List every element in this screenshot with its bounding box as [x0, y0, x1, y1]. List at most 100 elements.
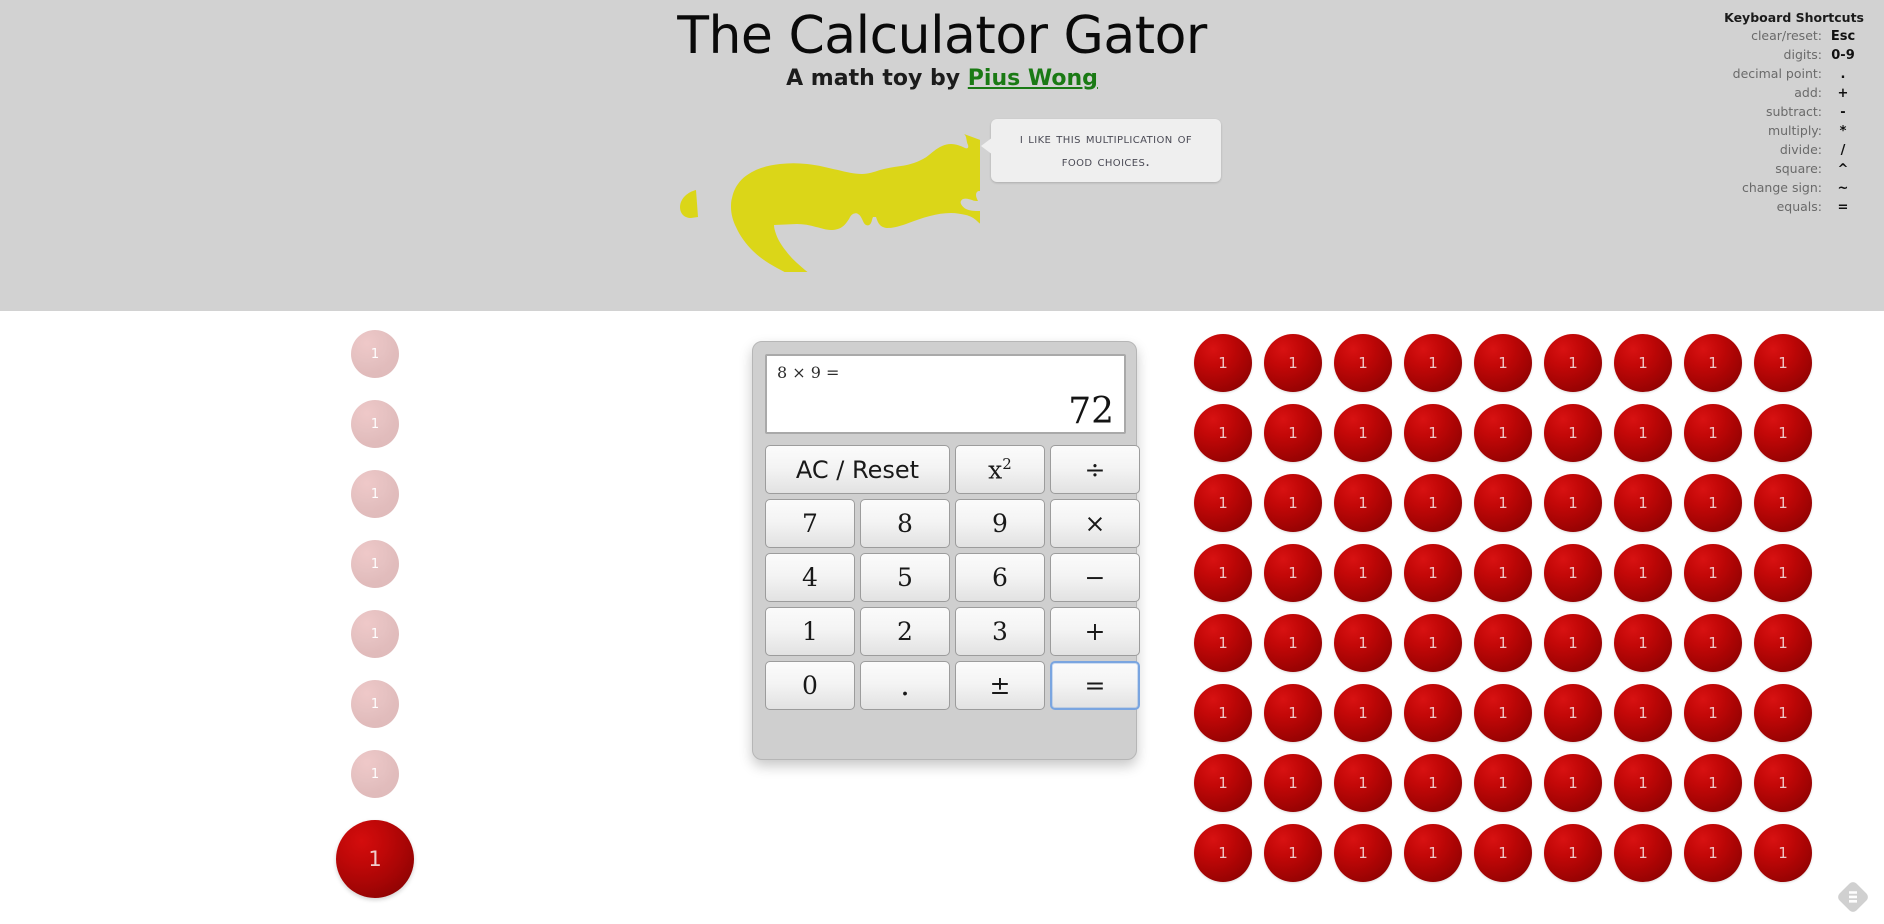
key-7[interactable]: 7 [765, 499, 855, 548]
shortcut-label: equals: [1776, 199, 1822, 214]
product-ball: 1 [1754, 684, 1812, 742]
operand-ball-active: 1 [336, 820, 414, 898]
product-ball: 1 [1474, 334, 1532, 392]
keyboard-shortcuts-list: clear/reset: Esc digits: 0-9 decimal point:.… [1694, 27, 1864, 217]
product-ball: 1 [1334, 474, 1392, 532]
key-multiply[interactable]: × [1050, 499, 1140, 548]
product-ball: 1 [1614, 684, 1672, 742]
product-ball: 1 [1474, 684, 1532, 742]
product-ball: 1 [1334, 614, 1392, 672]
product-ball: 1 [1334, 684, 1392, 742]
author-link[interactable]: Pius Wong [968, 66, 1098, 91]
gator-speech-bubble: I like this multiplication of food choic… [981, 119, 1221, 182]
product-ball: 1 [1194, 474, 1252, 532]
product-ball: 1 [1544, 404, 1602, 462]
shortcut-row: add: + [1694, 84, 1864, 103]
subtitle-prefix: A math toy by [786, 66, 968, 91]
shortcut-row: clear/reset: Esc [1694, 27, 1864, 46]
calculator-panel: 8 × 9 = 7 2 AC / Reset x2 ÷ 7 8 9 × 4 5 6− 1 2 3 +0. ± = [752, 341, 1140, 760]
page-header: The Calculator Gator A math toy by Pius … [0, 0, 1884, 311]
feedly-badge-icon[interactable] [1836, 880, 1870, 914]
shortcut-key: + [1837, 86, 1849, 101]
shortcut-row: change sign: ~ [1694, 179, 1864, 198]
shortcut-label: clear/reset: [1751, 28, 1822, 43]
key-add[interactable]: + [1050, 607, 1140, 656]
key-decimal[interactable]: . [860, 661, 950, 710]
key-4[interactable]: 4 [765, 553, 855, 602]
speech-bubble-text: I like this multiplication of food choic… [1019, 131, 1193, 170]
key-equals[interactable]: = [1050, 661, 1140, 710]
product-ball: 1 [1614, 754, 1672, 812]
shortcut-label: multiply: [1767, 123, 1822, 138]
product-ball: 1 [1754, 824, 1812, 882]
left-operand-column: 1 1 1 1 1 1 1 1 [330, 330, 420, 898]
product-ball: 1 [1684, 754, 1742, 812]
shortcut-key: ^ [1837, 162, 1849, 177]
product-ball: 1 [1544, 684, 1602, 742]
operand-ball-faded: 1 [351, 750, 399, 798]
alligator-silhouette [660, 112, 980, 272]
calculator-keypad: AC / Reset x2 ÷ 7 8 9 × 4 5 6− 1 2 3 +0. ± = [765, 445, 1140, 710]
shortcut-key: = [1837, 200, 1849, 215]
key-5[interactable]: 5 [860, 553, 950, 602]
page-title: The Calculator Gator [677, 6, 1207, 66]
shortcut-label: decimal point: [1732, 66, 1822, 81]
product-ball: 1 [1754, 474, 1812, 532]
product-ball: 1 [1264, 754, 1322, 812]
operand-ball-faded: 1 [351, 470, 399, 518]
shortcut-key: - [1840, 105, 1846, 120]
product-ball: 1 [1544, 614, 1602, 672]
operand-ball-faded: 1 [351, 330, 399, 378]
key-3[interactable]: 3 [955, 607, 1045, 656]
product-ball: 1 [1334, 544, 1392, 602]
product-ball: 1 [1264, 474, 1322, 532]
product-ball: 1 [1264, 544, 1322, 602]
shortcut-row: subtract: - [1694, 103, 1864, 122]
product-ball: 1 [1754, 614, 1812, 672]
key-9[interactable]: 9 [955, 499, 1045, 548]
shortcut-row: equals: = [1694, 198, 1864, 217]
product-ball: 1 [1544, 474, 1602, 532]
product-ball: 1 [1404, 684, 1462, 742]
key-1[interactable]: 1 [765, 607, 855, 656]
operand-ball-faded: 1 [351, 680, 399, 728]
product-ball: 1 [1684, 824, 1742, 882]
product-ball: 1 [1474, 614, 1532, 672]
key-2[interactable]: 2 [860, 607, 950, 656]
product-ball: 1 [1614, 614, 1672, 672]
key-subtract[interactable]: − [1050, 553, 1140, 602]
key-square[interactable]: x2 [955, 445, 1045, 494]
product-ball: 1 [1264, 334, 1322, 392]
shortcut-row: divide: / [1694, 141, 1864, 160]
key-8[interactable]: 8 [860, 499, 950, 548]
key-6[interactable]: 6 [955, 553, 1045, 602]
shortcut-key: . [1840, 67, 1846, 82]
shortcut-label: digits: [1783, 47, 1822, 62]
shortcut-key: Esc [1830, 29, 1856, 44]
product-ball: 1 [1194, 754, 1252, 812]
shortcut-key: 0-9 [1831, 48, 1855, 63]
key-change-sign[interactable]: ± [955, 661, 1045, 710]
keyboard-shortcuts-panel: Keyboard Shortcuts clear/reset: Esc digits… [1694, 10, 1864, 217]
shortcut-key: * [1839, 124, 1847, 139]
product-ball: 1 [1404, 824, 1462, 882]
product-ball: 1 [1684, 474, 1742, 532]
key-0[interactable]: 0 [765, 661, 855, 710]
operand-ball-faded: 1 [351, 400, 399, 448]
product-ball: 1 [1194, 334, 1252, 392]
product-ball: 1 [1334, 754, 1392, 812]
product-ball: 1 [1474, 544, 1532, 602]
product-ball: 1 [1684, 404, 1742, 462]
product-ball: 1 [1474, 404, 1532, 462]
product-ball: 1 [1194, 824, 1252, 882]
shortcut-key: / [1840, 143, 1846, 158]
key-ac-reset[interactable]: AC / Reset [765, 445, 950, 494]
product-ball: 1 [1684, 334, 1742, 392]
key-label: x2 [988, 454, 1012, 485]
display-expression: 8 × 9 = [777, 363, 840, 382]
product-ball: 1 [1334, 824, 1392, 882]
key-divide[interactable]: ÷ [1050, 445, 1140, 494]
shortcut-row: multiply: * [1694, 122, 1864, 141]
product-ball: 1 [1544, 824, 1602, 882]
keyboard-shortcuts-title: Keyboard Shortcuts [1724, 10, 1864, 25]
